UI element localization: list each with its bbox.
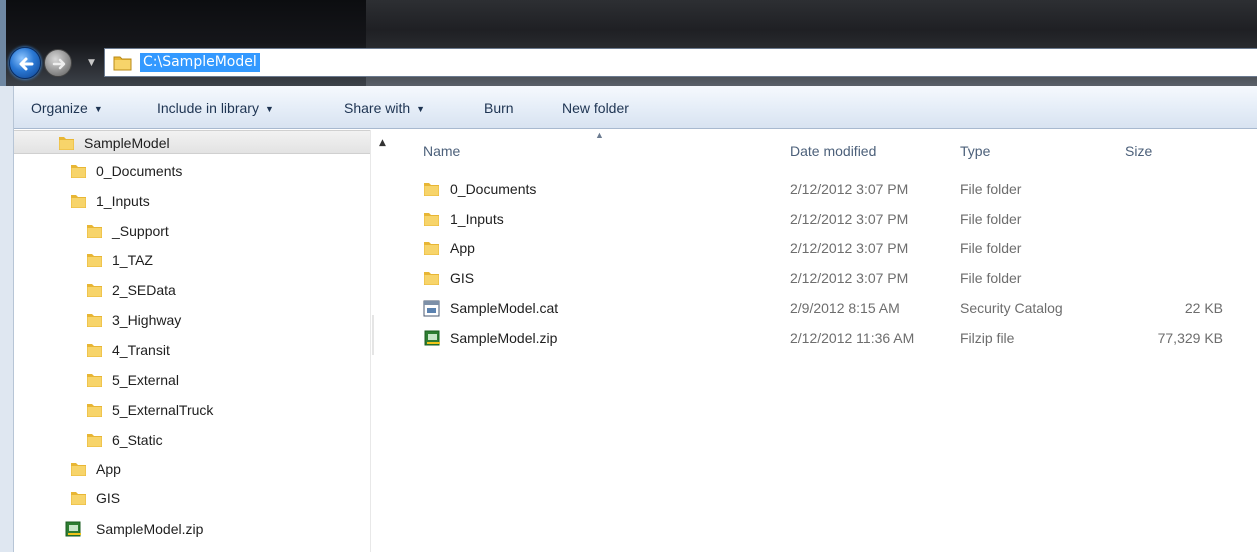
tree-item-label: _Support — [112, 223, 169, 239]
tree-item-label: App — [96, 461, 121, 477]
chevron-down-icon: ▼ — [264, 104, 274, 114]
file-row[interactable]: App 2/12/2012 3:07 PM File folder — [397, 234, 1257, 263]
forward-button[interactable] — [44, 49, 72, 77]
folder-icon — [87, 254, 102, 267]
file-date-modified: 2/9/2012 8:15 AM — [790, 300, 900, 316]
folder-icon — [424, 242, 439, 255]
organize-menu-button[interactable]: Organize ▼ — [31, 98, 103, 118]
folder-icon — [424, 183, 439, 196]
file-row[interactable]: 0_Documents 2/12/2012 3:07 PM File folde… — [397, 175, 1257, 204]
file-type: File folder — [960, 270, 1022, 286]
file-name: SampleModel.zip — [450, 330, 558, 346]
tree-item-label: GIS — [96, 490, 121, 506]
burn-button[interactable]: Burn — [484, 98, 514, 118]
security-catalog-icon — [423, 300, 440, 317]
tree-item-label: 2_SEData — [112, 282, 176, 298]
file-name: 1_Inputs — [450, 211, 504, 227]
file-type: Security Catalog — [960, 300, 1063, 316]
column-header-name[interactable]: Name — [423, 141, 460, 161]
file-name: 0_Documents — [450, 181, 537, 197]
file-type: Filzip file — [960, 330, 1015, 346]
back-button[interactable] — [9, 47, 41, 79]
file-name: SampleModel.cat — [450, 300, 559, 316]
pane-resize-grip[interactable] — [372, 315, 374, 355]
file-size: 77,329 KB — [1157, 330, 1223, 346]
forward-arrow-icon — [52, 58, 66, 70]
file-row[interactable]: SampleModel.zip 2/12/2012 11:36 AM Filzi… — [397, 324, 1257, 353]
file-name: GIS — [450, 270, 475, 286]
organize-label: Organize — [31, 100, 88, 116]
folder-icon — [87, 314, 102, 327]
command-toolbar: Organize ▼ Include in library ▼ Share with… — [14, 86, 1257, 129]
file-type: File folder — [960, 240, 1022, 256]
folder-icon — [87, 225, 102, 238]
column-header-size[interactable]: Size — [1125, 141, 1152, 161]
tree-item-label: SampleModel.zip — [96, 521, 204, 537]
window-left-border — [0, 86, 14, 552]
tree-item-label: SampleModel — [84, 135, 170, 151]
file-row[interactable]: SampleModel.cat 2/9/2012 8:15 AM Securit… — [397, 294, 1257, 323]
folder-icon — [424, 272, 439, 285]
tree-item-label: 0_Documents — [96, 163, 183, 179]
tree-item-label: 3_Highway — [112, 312, 182, 328]
include-in-library-label: Include in library — [157, 100, 259, 116]
chevron-down-icon: ▼ — [93, 104, 103, 114]
chevron-down-icon: ▼ — [416, 104, 426, 114]
column-header-type[interactable]: Type — [960, 141, 990, 161]
tree-item-label: 4_Transit — [112, 342, 170, 358]
back-arrow-icon — [19, 57, 34, 71]
file-date-modified: 2/12/2012 3:07 PM — [790, 270, 909, 286]
share-with-button[interactable]: Share with ▼ — [344, 98, 425, 118]
new-folder-button[interactable]: New folder — [562, 98, 629, 118]
folder-icon — [59, 137, 74, 150]
tree-item-label: 5_ExternalTruck — [112, 402, 214, 418]
navigation-pane-scrollbar[interactable]: ▲ — [370, 130, 398, 552]
folder-icon — [71, 492, 86, 505]
navigation-pane: SampleModel 0_Documents 1_Inputs _Suppor… — [14, 130, 370, 552]
sort-ascending-icon: ▲ — [595, 130, 604, 140]
address-path-text[interactable]: C:\SampleModel — [140, 53, 260, 72]
file-name: App — [450, 240, 475, 256]
file-date-modified: 2/12/2012 3:07 PM — [790, 181, 909, 197]
tree-item-label: 1_Inputs — [96, 193, 150, 209]
tree-item-label: 5_External — [112, 372, 179, 388]
folder-icon — [87, 434, 102, 447]
address-bar[interactable]: C:\SampleModel — [104, 48, 1257, 77]
zip-file-icon — [65, 521, 81, 537]
folder-icon — [424, 213, 439, 226]
recent-pages-chevron-down-icon[interactable]: ▼ — [88, 58, 98, 68]
scroll-up-arrow-icon[interactable]: ▲ — [379, 138, 386, 148]
folder-icon — [71, 165, 86, 178]
folder-icon — [87, 344, 102, 357]
file-date-modified: 2/12/2012 3:07 PM — [790, 211, 909, 227]
folder-icon — [71, 463, 86, 476]
new-folder-label: New folder — [562, 100, 629, 116]
file-date-modified: 2/12/2012 11:36 AM — [790, 330, 915, 346]
share-with-label: Share with — [344, 100, 411, 116]
folder-icon — [87, 284, 102, 297]
folder-icon — [87, 404, 102, 417]
include-in-library-button[interactable]: Include in library ▼ — [157, 98, 274, 118]
folder-icon — [87, 374, 102, 387]
file-list-pane: ▲ Name Date modified Type Size 0_Documen… — [397, 130, 1257, 552]
file-date-modified: 2/12/2012 3:07 PM — [790, 240, 909, 256]
tree-item-samplemodel[interactable]: SampleModel — [14, 130, 370, 154]
column-header-date-modified[interactable]: Date modified — [790, 141, 876, 161]
tree-item-label: 1_TAZ — [112, 252, 153, 268]
file-row[interactable]: 1_Inputs 2/12/2012 3:07 PM File folder — [397, 205, 1257, 234]
burn-label: Burn — [484, 100, 514, 116]
folder-icon — [113, 56, 132, 71]
file-type: File folder — [960, 211, 1022, 227]
tree-item-label: 6_Static — [112, 432, 163, 448]
file-row[interactable]: GIS 2/12/2012 3:07 PM File folder — [397, 264, 1257, 293]
file-size: 22 KB — [1184, 300, 1223, 316]
zip-file-icon — [424, 330, 440, 346]
folder-icon — [71, 195, 86, 208]
file-type: File folder — [960, 181, 1022, 197]
